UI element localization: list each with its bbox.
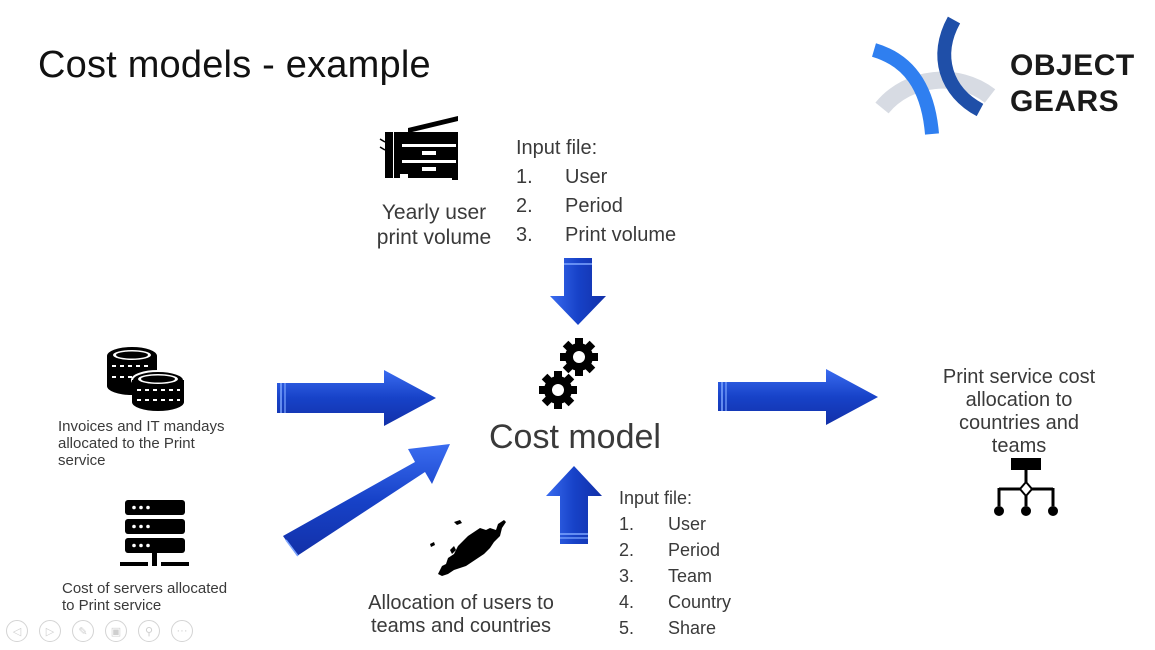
next-slide-button[interactable]: ▷ [39, 620, 61, 642]
pen-button[interactable]: ✎ [72, 620, 94, 642]
gears-icon [536, 336, 602, 412]
europe-map-icon [424, 514, 510, 580]
list-text: Country [668, 592, 732, 612]
previous-icon: ◁ [12, 625, 22, 638]
list-text: Period [668, 540, 721, 560]
arrow-down-to-cost-model [550, 258, 606, 325]
output-label-line: teams [991, 435, 1047, 457]
list-text: Team [668, 566, 713, 586]
list-item: 5. Share [619, 615, 731, 641]
slideshow-controls: ◁ ▷ ✎ ▣ ⚲ ··· [6, 620, 193, 642]
allocation-label-line: Allocation of users to [368, 592, 554, 614]
invoices-label: Invoices and IT mandays allocated to the… [58, 418, 224, 469]
list-number: 5. [619, 618, 635, 638]
list-item: 4. Country [619, 589, 731, 615]
list-item: 1. User [619, 511, 731, 537]
servers-label: Cost of servers allocated to Print servi… [62, 580, 227, 614]
coins-icon [104, 346, 186, 412]
output-label-line: Print service cost [942, 366, 1096, 388]
zoom-button[interactable]: ⚲ [138, 620, 160, 642]
slides-icon: ▣ [110, 625, 122, 638]
invoices-label-line: service [58, 452, 106, 469]
list-number: 2. [619, 540, 635, 560]
allocation-input-file: Input file: 1. User 2. Period 3. Team 4. Cou… [619, 485, 731, 641]
allocation-label: Allocation of users to teams and countri… [350, 592, 572, 638]
more-options-button[interactable]: ··· [171, 620, 193, 642]
previous-slide-button[interactable]: ◁ [6, 620, 28, 642]
invoices-label-line: Invoices and IT mandays [58, 418, 225, 435]
output-label-line: allocation to [965, 389, 1073, 411]
next-icon: ▷ [45, 625, 55, 638]
list-text: User [668, 514, 707, 534]
zoom-icon: ⚲ [144, 625, 154, 638]
more-icon: ··· [176, 625, 188, 637]
list-number: 1. [619, 514, 635, 534]
arrow-cost-model-to-output [718, 369, 878, 425]
pen-icon: ✎ [78, 625, 88, 638]
arrow-invoices-to-cost-model [277, 370, 436, 426]
hierarchy-icon [990, 456, 1062, 520]
see-all-slides-button[interactable]: ▣ [105, 620, 127, 642]
invoices-label-line: allocated to the Print [58, 435, 195, 452]
list-item: 2. Period [619, 537, 731, 563]
cost-model-label: Cost model [489, 418, 661, 456]
output-label: Print service cost allocation to countri… [925, 366, 1113, 458]
input-file-header: Input file: [619, 488, 693, 508]
output-label-line: countries and [958, 412, 1080, 434]
list-number: 3. [619, 566, 635, 586]
servers-label-line: Cost of servers allocated [62, 580, 228, 597]
allocation-label-line: teams and countries [370, 615, 552, 637]
servers-label-line: to Print service [62, 597, 162, 614]
arrow-up-to-cost-model [546, 466, 602, 544]
server-icon [120, 498, 190, 568]
list-text: Share [668, 618, 717, 638]
list-item: 3. Team [619, 563, 731, 589]
list-number: 4. [619, 592, 635, 612]
